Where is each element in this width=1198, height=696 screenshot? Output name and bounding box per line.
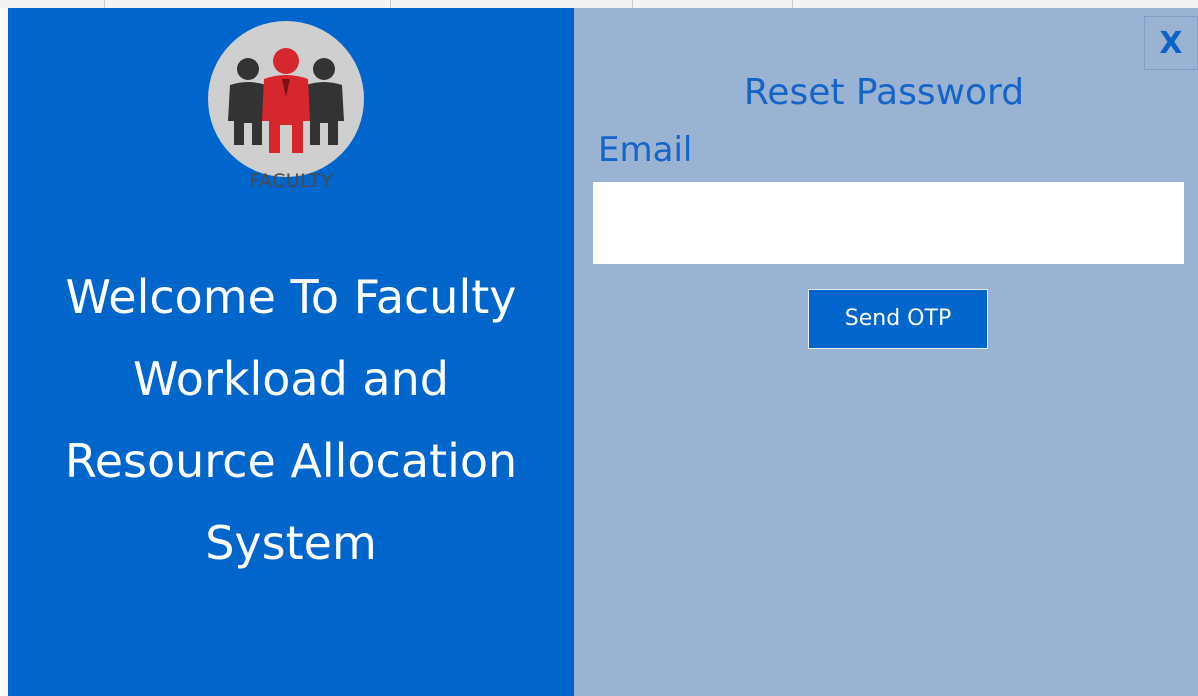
close-button[interactable]: X [1144,16,1198,70]
background-window-strip [0,0,1198,8]
background-divider [390,0,391,8]
email-field[interactable] [593,182,1184,264]
background-divider [792,0,793,8]
welcome-line: Resource Allocation [64,434,518,488]
welcome-heading: Welcome To Faculty Workload and Resource… [8,256,574,584]
background-divider [632,0,633,8]
logo-caption: FACULTY [249,170,333,192]
welcome-line: Welcome To Faculty [65,270,517,324]
reset-password-panel: X Reset Password Email Send OTP [574,8,1198,696]
send-otp-button[interactable]: Send OTP [808,289,988,349]
email-label: Email [598,130,693,170]
welcome-line: Workload and [133,352,449,406]
welcome-panel: FACULTY Welcome To Faculty Workload and … [8,8,574,696]
page-title: Reset Password [743,72,1025,113]
faculty-logo [208,21,364,177]
welcome-line: System [205,516,377,570]
faculty-people-icon [228,48,344,153]
background-divider [104,0,105,8]
